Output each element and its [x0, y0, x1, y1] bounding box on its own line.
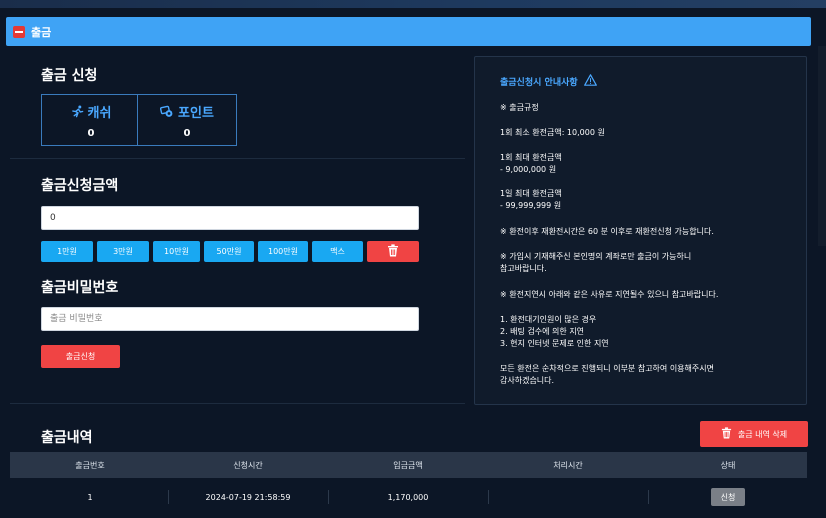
notice-line: 1일 최대 환전금액	[500, 189, 562, 198]
panel-title: 출금	[31, 25, 52, 39]
cash-value: 0	[87, 127, 95, 139]
trash-icon	[387, 242, 399, 261]
column-header-processed-at: 처리시간	[553, 460, 583, 470]
cell-amount: 1,170,000	[387, 492, 429, 502]
warning-icon	[583, 74, 597, 89]
cell-no: 1	[87, 492, 93, 502]
status-badge: 신청	[711, 488, 745, 506]
notice-line: - 9,000,000 원	[500, 165, 557, 174]
point-label: 포인트	[178, 105, 214, 121]
withdraw-history-title: 출금내역	[41, 430, 93, 446]
notice-line: 참고바랍니다.	[500, 264, 547, 273]
notice-line: 감사하겠습니다.	[500, 376, 555, 385]
top-strip	[0, 0, 826, 8]
point-value: 0	[183, 127, 191, 139]
column-header-requested-at: 신청시간	[233, 460, 263, 470]
point-balance-box: 포인트 0	[137, 94, 237, 146]
scroll-edge	[818, 46, 826, 246]
column-header-status: 상태	[720, 460, 736, 470]
quick-amount-max-button[interactable]: 맥스	[312, 241, 363, 262]
notice-line: - 99,999,999 원	[500, 201, 562, 210]
notice-line: 모든 환전은 순차적으로 진행되니 이부분 참고하여 이용해주시면	[500, 364, 714, 373]
notice-line: ※ 환전지연시 아래와 같은 사유로 지연될수 있으니 참고바랍니다.	[500, 290, 719, 299]
delete-history-label: 출금 내역 삭제	[737, 429, 788, 439]
runner-icon	[71, 105, 84, 118]
withdraw-request-title: 출금 신청	[41, 68, 98, 84]
panel-header[interactable]: 출금	[6, 17, 811, 46]
cell-requested-at: 2024-07-19 21:58:59	[205, 492, 291, 502]
trash-icon	[721, 427, 732, 441]
section-divider	[10, 403, 465, 404]
delete-history-button[interactable]: 출금 내역 삭제	[700, 421, 808, 447]
withdraw-amount-input[interactable]	[41, 206, 419, 230]
quick-amount-1000000-button[interactable]: 100만원	[258, 241, 308, 262]
notice-line: ※ 환전이후 재환전시간은 60 분 이후로 재환전신청 가능합니다.	[500, 227, 714, 236]
notice-line: ※ 가입시 기재해주신 본인명의 계좌로만 출금이 가능하니	[500, 252, 692, 261]
column-separator	[168, 490, 169, 504]
notice-panel: 출금신청시 안내사항 ※ 출금규정 1회 최소 환전금액: 10,000 원 1…	[474, 56, 807, 405]
withdraw-submit-button[interactable]: 출금신청	[41, 345, 120, 368]
withdraw-amount-title: 출금신청금액	[41, 178, 119, 194]
column-separator	[328, 490, 329, 504]
notice-line: 1회 최대 환전금액	[500, 153, 562, 162]
quick-amount-500000-button[interactable]: 50만원	[204, 241, 254, 262]
withdraw-password-input[interactable]	[41, 307, 419, 331]
notice-title: 출금신청시 안내사항	[500, 78, 578, 88]
notice-line: ※ 출금규정	[500, 103, 539, 112]
quick-amount-30000-button[interactable]: 3만원	[97, 241, 149, 262]
cash-label: 캐쉬	[87, 105, 112, 121]
section-divider	[10, 158, 465, 159]
quick-amount-100000-button[interactable]: 10만원	[153, 241, 200, 262]
clear-amount-button[interactable]	[367, 241, 419, 262]
column-header-no: 출금번호	[75, 460, 105, 470]
notice-line: 2. 배팅 검수에 의한 지연	[500, 327, 585, 336]
notice-line: 3. 현지 인터넷 문제로 인한 지연	[500, 339, 609, 348]
collapse-icon[interactable]	[13, 25, 25, 38]
history-table-header: 출금번호 신청시간 입금금액 처리시간 상태	[10, 452, 807, 478]
notice-line: 1회 최소 환전금액: 10,000 원	[500, 128, 605, 137]
column-separator	[648, 490, 649, 504]
quick-amount-10000-button[interactable]: 1만원	[41, 241, 93, 262]
withdraw-password-title: 출금비밀번호	[41, 280, 119, 296]
column-separator	[488, 490, 489, 504]
notice-line: 1. 환전대기인원이 많은 경우	[500, 315, 597, 324]
cash-balance-box: 캐쉬 0	[41, 94, 141, 146]
table-row: 1 2024-07-19 21:58:59 1,170,000	[10, 484, 807, 510]
coin-cards-icon	[160, 105, 174, 118]
column-header-amount: 입금금액	[393, 460, 423, 470]
